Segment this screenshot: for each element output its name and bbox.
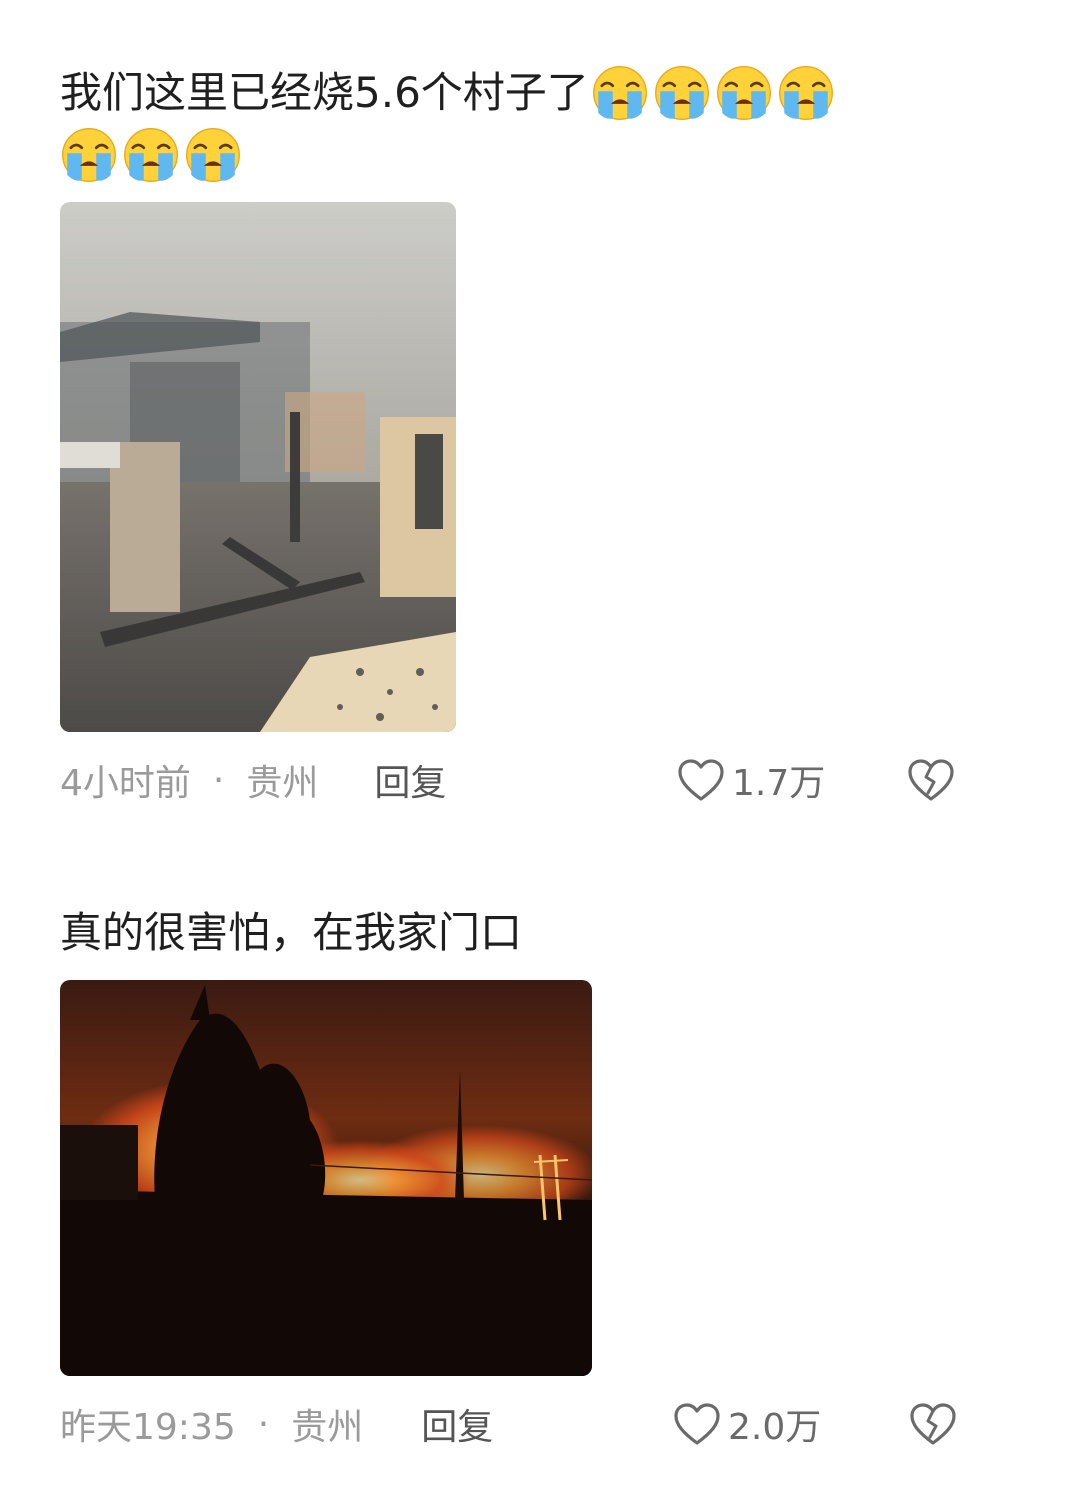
burned-village-ruins-photo[interactable] <box>60 202 456 732</box>
meta-separator: · <box>257 1403 270 1445</box>
broken-heart-icon[interactable] <box>908 1401 958 1447</box>
reply-button[interactable]: 回复 <box>421 1398 493 1450</box>
meta-separator: · <box>212 759 225 801</box>
heart-icon <box>676 757 726 803</box>
loudly-crying-face-icon <box>60 126 118 184</box>
like-count: 2.0万 <box>728 1407 822 1448</box>
comment-meta: 昨天19:35 · 贵州 回复 2.0万 <box>60 1396 1020 1452</box>
comment-meta: 4小时前 · 贵州 回复 1.7万 <box>60 752 1020 808</box>
loudly-crying-face-icon <box>591 64 649 122</box>
heart-icon <box>672 1401 722 1447</box>
loudly-crying-face-icon <box>777 64 835 122</box>
night-wildfire-photo[interactable] <box>60 980 592 1376</box>
like-count: 1.7万 <box>732 763 826 804</box>
comment-text-block: 我们这里已经烧5.6个村子了 <box>60 60 1020 184</box>
comment-location: 贵州 <box>291 1407 364 1448</box>
comment-location: 贵州 <box>246 763 319 804</box>
comment-text: 真的很害怕，在我家门口 <box>60 908 523 957</box>
like-button[interactable]: 1.7万 <box>676 754 825 806</box>
comment-text-block: 真的很害怕，在我家门口 <box>60 900 1020 966</box>
reply-button[interactable]: 回复 <box>374 754 446 806</box>
comment-text: 我们这里已经烧5.6个村子了 <box>60 68 589 117</box>
comment-item: 真的很害怕，在我家门口 昨天19:35 · 贵州 回复 2.0万 <box>60 900 1020 1452</box>
loudly-crying-face-icon <box>184 126 242 184</box>
emoji-group <box>591 64 835 122</box>
like-button[interactable]: 2.0万 <box>672 1398 821 1450</box>
loudly-crying-face-icon <box>122 126 180 184</box>
comment-item: 我们这里已经烧5.6个村子了 4小时前 · 贵州 回复 1.7万 <box>60 60 1020 808</box>
loudly-crying-face-icon <box>715 64 773 122</box>
emoji-group <box>60 126 1020 184</box>
broken-heart-icon[interactable] <box>906 757 956 803</box>
loudly-crying-face-icon <box>653 64 711 122</box>
comment-time: 4小时前 <box>60 763 191 804</box>
comment-time: 昨天19:35 <box>60 1407 236 1448</box>
